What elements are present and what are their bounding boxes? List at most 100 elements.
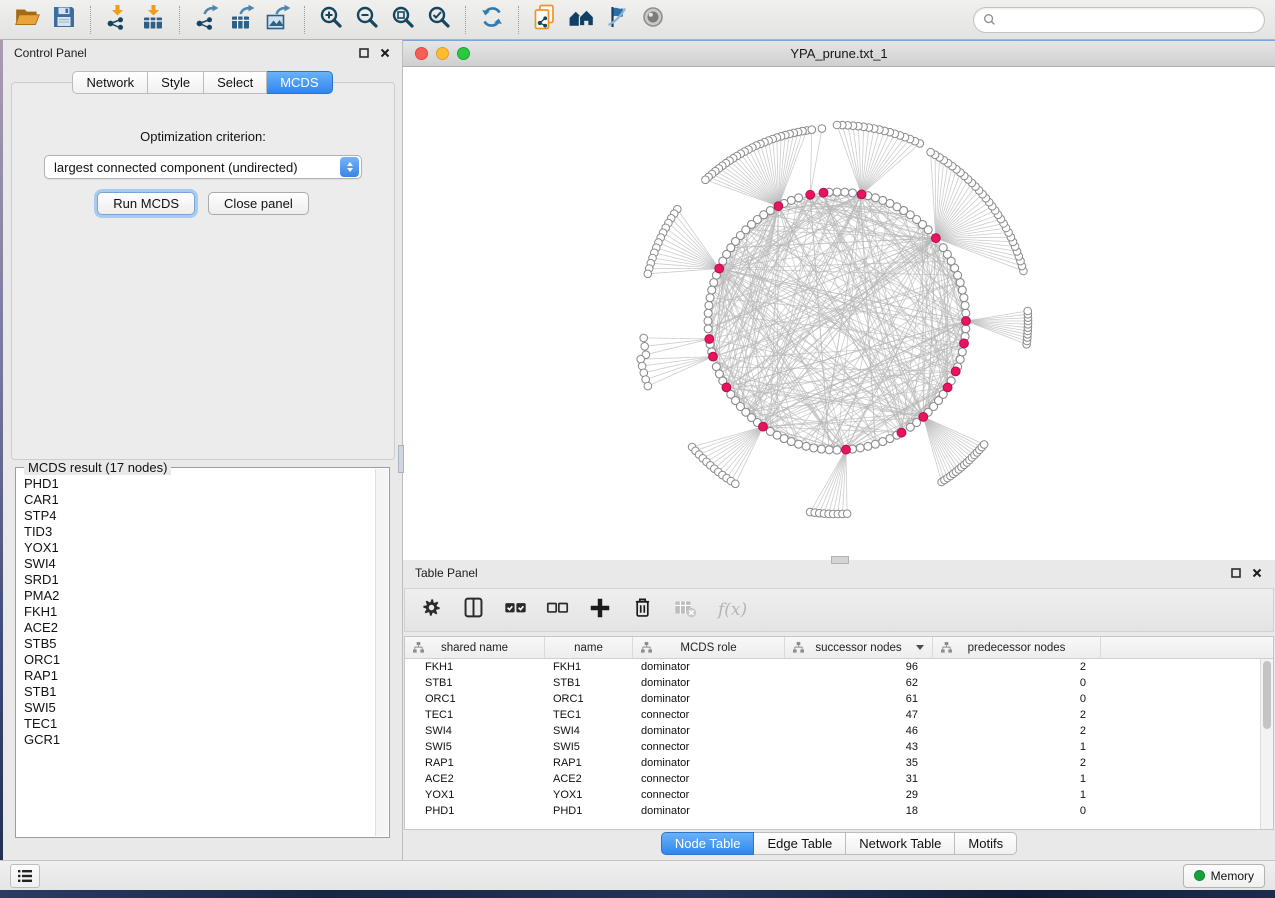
search-box[interactable] bbox=[973, 7, 1265, 33]
column-header-filler bbox=[1101, 637, 1273, 658]
hide-panel-button[interactable] bbox=[599, 4, 635, 36]
close-panel-button[interactable]: Close panel bbox=[208, 192, 309, 215]
optimization-select[interactable]: largest connected component (undirected) bbox=[44, 155, 362, 179]
settings-button[interactable] bbox=[420, 596, 443, 624]
window-close-icon[interactable] bbox=[415, 47, 428, 60]
table-row[interactable]: ACE2ACE2connector311 bbox=[405, 771, 1273, 787]
mcds-node-item[interactable]: PHD1 bbox=[24, 476, 376, 492]
tab-select[interactable]: Select bbox=[204, 71, 267, 94]
mcds-node-item[interactable]: GCR1 bbox=[24, 732, 376, 748]
task-history-button[interactable] bbox=[10, 864, 40, 888]
add-column-button[interactable] bbox=[588, 596, 612, 625]
table-row[interactable]: STB1STB1dominator620 bbox=[405, 675, 1273, 691]
clone-network-button[interactable] bbox=[527, 4, 563, 36]
close-table-panel-icon[interactable] bbox=[1251, 567, 1263, 579]
table-scrollbar[interactable] bbox=[1260, 659, 1273, 829]
mcds-node-item[interactable]: PMA2 bbox=[24, 588, 376, 604]
column-header-name[interactable]: name bbox=[545, 637, 633, 658]
tab-network[interactable]: Network bbox=[72, 71, 148, 94]
open-file-button[interactable] bbox=[10, 4, 46, 36]
table-row[interactable]: TEC1TEC1connector472 bbox=[405, 707, 1273, 723]
mcds-node-item[interactable]: SWI4 bbox=[24, 556, 376, 572]
show-eye-button[interactable] bbox=[635, 4, 671, 36]
table-row[interactable]: PHD1PHD1dominator180 bbox=[405, 803, 1273, 819]
float-panel-icon[interactable] bbox=[358, 47, 370, 59]
zoom-fit-button[interactable] bbox=[385, 4, 421, 36]
save-button[interactable] bbox=[46, 4, 82, 36]
mcds-node-item[interactable]: TID3 bbox=[24, 524, 376, 540]
cell-mcds-role: dominator bbox=[633, 805, 785, 817]
mcds-node-item[interactable]: FKH1 bbox=[24, 604, 376, 620]
table-row[interactable]: SWI5SWI5connector431 bbox=[405, 739, 1273, 755]
window-minimize-icon[interactable] bbox=[436, 47, 449, 60]
column-header-shared-name[interactable]: shared name bbox=[405, 637, 545, 658]
network-canvas[interactable] bbox=[403, 67, 1274, 561]
table-panel: Table Panel f(x) shared namenameMCDS rol… bbox=[403, 560, 1275, 860]
cell-name: STB1 bbox=[545, 677, 633, 689]
table-row[interactable]: YOX1YOX1connector291 bbox=[405, 787, 1273, 803]
close-panel-icon[interactable] bbox=[379, 47, 391, 59]
tab-style[interactable]: Style bbox=[148, 71, 204, 94]
mcds-node-item[interactable]: SWI5 bbox=[24, 700, 376, 716]
mcds-node-item[interactable]: ACE2 bbox=[24, 620, 376, 636]
zoom-out-button[interactable] bbox=[349, 4, 385, 36]
export-image-button[interactable] bbox=[260, 4, 296, 36]
panel-splitter[interactable] bbox=[398, 445, 404, 473]
mcds-node-item[interactable]: SRD1 bbox=[24, 572, 376, 588]
open-file-icon bbox=[14, 3, 42, 36]
cell-successor-nodes: 96 bbox=[785, 661, 933, 673]
import-network-button[interactable] bbox=[99, 4, 135, 36]
tab-edge-table[interactable]: Edge Table bbox=[754, 832, 846, 855]
run-mcds-button[interactable]: Run MCDS bbox=[97, 192, 195, 215]
table-row[interactable]: ORC1ORC1dominator610 bbox=[405, 691, 1273, 707]
zoom-in-button[interactable] bbox=[313, 4, 349, 36]
list-scrollbar[interactable] bbox=[375, 469, 388, 836]
table-row[interactable]: FKH1FKH1dominator962 bbox=[405, 659, 1273, 675]
column-header-mcds-role[interactable]: MCDS role bbox=[633, 637, 785, 658]
mcds-node-item[interactable]: ORC1 bbox=[24, 652, 376, 668]
cell-name: SWI4 bbox=[545, 725, 633, 737]
mcds-node-item[interactable]: YOX1 bbox=[24, 540, 376, 556]
memory-label: Memory bbox=[1211, 869, 1254, 883]
column-header-successor-nodes[interactable]: successor nodes bbox=[785, 637, 933, 658]
main-toolbar bbox=[0, 0, 1275, 40]
refresh-icon bbox=[479, 4, 505, 35]
delete-table-icon bbox=[673, 596, 697, 625]
mcds-result-list[interactable]: PHD1CAR1STP4TID3YOX1SWI4SRD1PMA2FKH1ACE2… bbox=[17, 472, 376, 836]
export-table-button[interactable] bbox=[224, 4, 260, 36]
sort-desc-icon[interactable] bbox=[916, 645, 924, 650]
memory-button[interactable]: Memory bbox=[1183, 864, 1265, 888]
refresh-button[interactable] bbox=[474, 4, 510, 36]
mcds-node-item[interactable]: STB1 bbox=[24, 684, 376, 700]
network-home-button[interactable] bbox=[563, 4, 599, 36]
tab-node-table[interactable]: Node Table bbox=[661, 832, 755, 855]
table-splitter[interactable] bbox=[831, 556, 849, 564]
mcds-node-item[interactable]: TEC1 bbox=[24, 716, 376, 732]
tab-motifs[interactable]: Motifs bbox=[955, 832, 1017, 855]
mcds-node-item[interactable]: STP4 bbox=[24, 508, 376, 524]
mcds-node-item[interactable]: CAR1 bbox=[24, 492, 376, 508]
tab-mcds[interactable]: MCDS bbox=[267, 71, 332, 94]
network-view-title: YPA_prune.txt_1 bbox=[790, 46, 887, 61]
search-input[interactable] bbox=[1001, 12, 1255, 28]
window-maximize-icon[interactable] bbox=[457, 47, 470, 60]
import-table-button[interactable] bbox=[135, 4, 171, 36]
cell-successor-nodes: 43 bbox=[785, 741, 933, 753]
cell-successor-nodes: 47 bbox=[785, 709, 933, 721]
column-header-predecessor-nodes[interactable]: predecessor nodes bbox=[933, 637, 1101, 658]
graph-nodes[interactable] bbox=[637, 121, 1032, 518]
show-columns-button[interactable] bbox=[462, 596, 485, 624]
mcds-node-item[interactable]: RAP1 bbox=[24, 668, 376, 684]
export-network-button[interactable] bbox=[188, 4, 224, 36]
node-table-body: FKH1FKH1dominator962STB1STB1dominator620… bbox=[405, 659, 1273, 829]
delete-column-button[interactable] bbox=[631, 596, 654, 624]
zoom-selected-button[interactable] bbox=[421, 4, 457, 36]
table-row[interactable]: RAP1RAP1dominator352 bbox=[405, 755, 1273, 771]
mcds-node-item[interactable]: STB5 bbox=[24, 636, 376, 652]
select-all-button[interactable] bbox=[504, 596, 527, 624]
deselect-all-button[interactable] bbox=[546, 596, 569, 624]
table-scrollbar-thumb[interactable] bbox=[1263, 661, 1271, 729]
float-table-panel-icon[interactable] bbox=[1230, 567, 1242, 579]
table-row[interactable]: SWI4SWI4dominator462 bbox=[405, 723, 1273, 739]
tab-network-table[interactable]: Network Table bbox=[846, 832, 955, 855]
